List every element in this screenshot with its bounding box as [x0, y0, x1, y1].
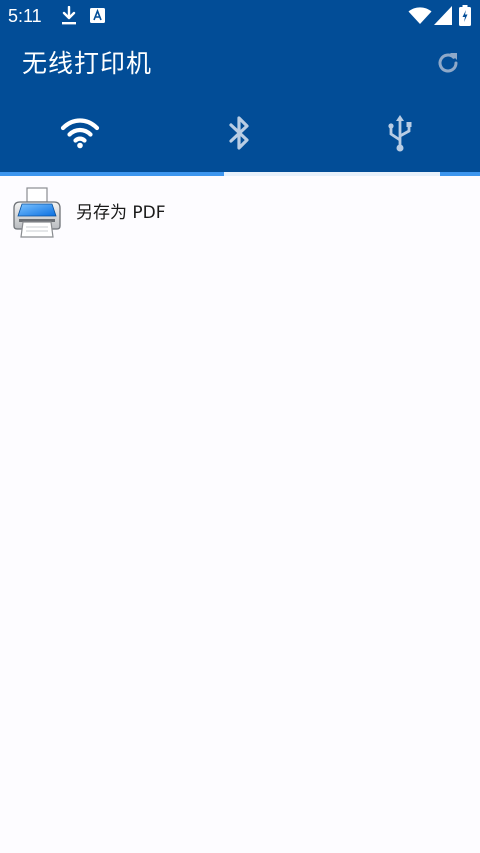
download-icon [60, 5, 78, 30]
tab-bluetooth[interactable] [160, 98, 320, 172]
printer-list: 另存为 PDF [0, 176, 480, 853]
page-title: 无线打印机 [22, 49, 153, 78]
status-bar: 5:11 [0, 0, 480, 32]
list-item[interactable]: 另存为 PDF [0, 176, 480, 252]
wifi-icon [60, 117, 100, 153]
app-bar: 无线打印机 [0, 32, 480, 98]
tab-usb[interactable] [320, 98, 480, 172]
a-keyboard-icon [90, 8, 105, 27]
refresh-icon [435, 50, 461, 80]
bluetooth-icon [227, 115, 253, 155]
refresh-button[interactable] [430, 47, 466, 83]
connection-tabs [0, 98, 480, 172]
battery-icon [459, 5, 471, 30]
printer-label: 另存为 PDF [76, 203, 166, 223]
tab-wifi[interactable] [0, 98, 160, 172]
usb-icon [386, 113, 414, 157]
printer-icon [10, 186, 64, 240]
status-time: 5:11 [8, 6, 42, 26]
screen: 5:11 无线打印机 另存为 PDF [0, 0, 480, 853]
signal-icon [434, 6, 452, 29]
wifi-icon [408, 7, 432, 29]
